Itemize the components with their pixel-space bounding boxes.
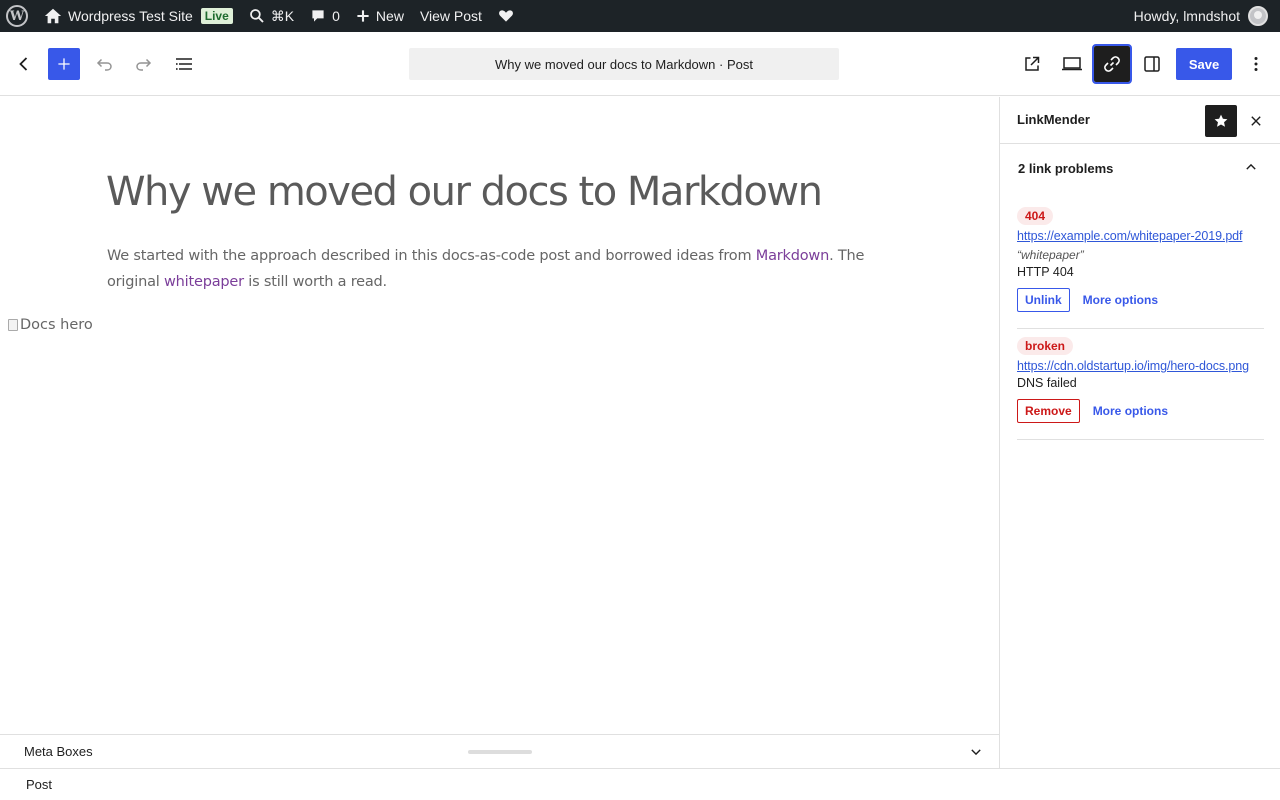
post-paragraph[interactable]: We started with the approach described i… — [107, 243, 897, 295]
anchor-text: “whitepaper” — [1017, 248, 1084, 262]
meta-boxes-label: Meta Boxes — [24, 744, 93, 759]
avatar — [1248, 6, 1268, 26]
markdown-link[interactable]: Markdown — [756, 248, 829, 264]
paragraph-text: is still worth a read. — [243, 274, 387, 290]
link-issue-item: broken https://cdn.oldstartup.io/img/her… — [1017, 337, 1264, 440]
link-icon — [1104, 56, 1120, 72]
breadcrumb[interactable]: Post — [26, 777, 52, 792]
new-label: New — [375, 8, 404, 24]
paragraph-text: We started with the approach described i… — [107, 248, 756, 264]
admin-bar: W Wordpress Test Site Live ⌘K 0 New View… — [0, 0, 1280, 32]
search-icon — [249, 9, 264, 23]
view-post-button[interactable] — [1014, 46, 1050, 82]
more-options-button[interactable]: More options — [1093, 404, 1168, 418]
chevron-down-icon — [971, 749, 981, 756]
issue-actions: Remove More options — [1017, 399, 1264, 423]
site-name-link[interactable]: Wordpress Test Site Live — [36, 0, 241, 32]
whitepaper-link[interactable]: whitepaper — [164, 274, 244, 290]
account-menu[interactable]: Howdy, lmndshot — [1134, 6, 1280, 26]
sidebar-icon — [1144, 56, 1160, 72]
hero-image-block[interactable]: Docs hero — [8, 317, 93, 333]
list-view-icon — [176, 58, 192, 70]
redo-button[interactable] — [126, 46, 162, 82]
meta-boxes-toggle[interactable] — [964, 742, 988, 762]
live-badge: Live — [200, 8, 233, 24]
plus-icon — [357, 10, 369, 22]
heart-icon — [499, 10, 513, 22]
undo-icon — [96, 58, 112, 71]
site-name: Wordpress Test Site — [68, 8, 193, 24]
save-button[interactable]: Save — [1176, 48, 1232, 80]
chevron-up-icon — [1241, 157, 1261, 177]
more-options-button[interactable]: More options — [1083, 293, 1158, 307]
comments-link[interactable]: 0 — [302, 0, 348, 32]
command-palette-button[interactable]: ⌘K — [241, 0, 302, 32]
editor-canvas[interactable]: Why we moved our docs to Markdown We sta… — [0, 97, 999, 734]
desktop-icon — [1062, 57, 1082, 71]
undo-button[interactable] — [86, 46, 122, 82]
block-inserter-button[interactable] — [48, 48, 80, 80]
editor-header: Why we moved our docs to Markdown · Post… — [0, 32, 1280, 96]
document-overview-button[interactable] — [166, 46, 202, 82]
status-text: DNS failed — [1017, 376, 1077, 390]
status-badge: 404 — [1017, 207, 1054, 225]
search-shortcut: ⌘K — [270, 7, 295, 24]
greeting: Howdy, lmndshot — [1133, 8, 1240, 24]
view-post-link[interactable]: View Post — [412, 0, 490, 32]
remove-button[interactable]: Remove — [1017, 399, 1080, 423]
sidebar-header: LinkMender — [1000, 97, 1280, 144]
document-title-bar[interactable]: Why we moved our docs to Markdown · Post — [409, 48, 839, 80]
wordpress-icon: W — [6, 5, 28, 27]
linkmender-sidebar: LinkMender 2 link problems 404 https://e… — [999, 97, 1280, 768]
more-vertical-icon — [1254, 57, 1258, 71]
issue-url-link[interactable]: https://example.com/whitepaper-2019.pdf — [1017, 229, 1264, 243]
meta-boxes-resize-handle[interactable] — [468, 750, 532, 754]
panel-title: 2 link problems — [1018, 161, 1114, 176]
linkmender-toggle-button[interactable] — [1092, 44, 1132, 84]
favorite-button[interactable] — [490, 0, 522, 32]
editor-footer: Post — [0, 768, 1280, 800]
broken-image-icon — [8, 319, 18, 331]
link-issue-item: 404 https://example.com/whitepaper-2019.… — [1017, 207, 1264, 329]
back-button[interactable] — [6, 46, 42, 82]
home-icon — [44, 8, 62, 24]
link-problems-panel-toggle[interactable]: 2 link problems — [1000, 145, 1280, 193]
issue-actions: Unlink More options — [1017, 288, 1264, 312]
star-icon — [1214, 114, 1228, 127]
document-title: Why we moved our docs to Markdown · Post — [495, 56, 753, 72]
close-sidebar-button[interactable] — [1243, 108, 1269, 134]
comments-count: 0 — [332, 8, 340, 24]
wordpress-logo-button[interactable]: W — [0, 0, 36, 32]
chevron-left-icon — [19, 57, 28, 71]
status-badge: broken — [1017, 337, 1074, 355]
external-link-icon — [1025, 56, 1040, 71]
sidebar-title: LinkMender — [1017, 112, 1090, 127]
options-menu-button[interactable] — [1238, 46, 1274, 82]
unlink-button[interactable]: Unlink — [1017, 288, 1070, 312]
close-icon — [1251, 116, 1261, 126]
meta-boxes-panel: Meta Boxes — [0, 734, 999, 768]
view-post-label: View Post — [419, 8, 482, 24]
issue-url-link[interactable]: https://cdn.oldstartup.io/img/hero-docs.… — [1017, 359, 1264, 373]
settings-sidebar-button[interactable] — [1134, 46, 1170, 82]
plus-icon — [58, 58, 70, 70]
post-title[interactable]: Why we moved our docs to Markdown — [106, 169, 823, 215]
image-alt-text: Docs hero — [20, 317, 93, 333]
status-text: HTTP 404 — [1017, 265, 1074, 279]
comment-icon — [312, 10, 324, 22]
new-content-button[interactable]: New — [348, 0, 412, 32]
device-preview-button[interactable] — [1054, 46, 1090, 82]
pin-plugin-button[interactable] — [1205, 105, 1237, 137]
redo-icon — [136, 58, 152, 71]
